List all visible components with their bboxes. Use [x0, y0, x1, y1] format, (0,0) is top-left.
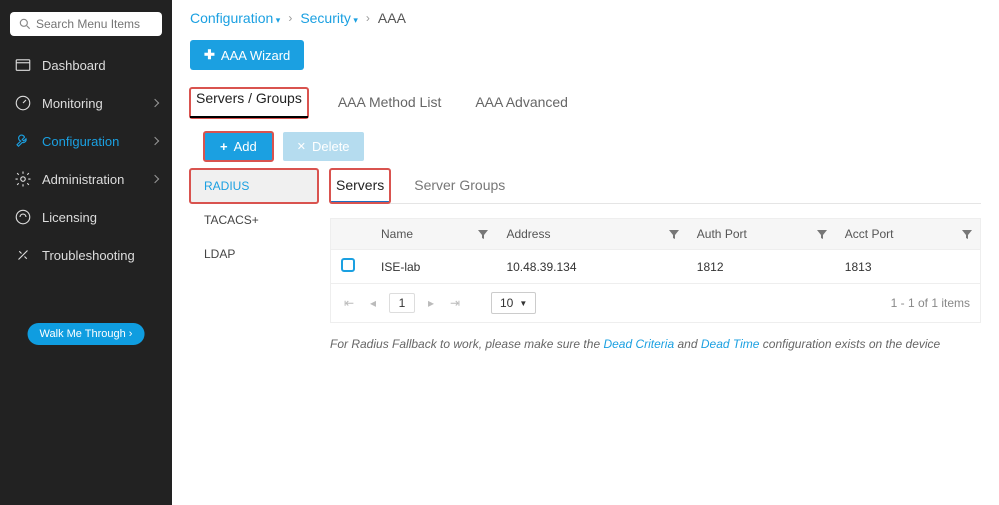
cell-acct-port: 1813: [835, 250, 980, 284]
breadcrumb-configuration[interactable]: Configuration ▾: [190, 10, 280, 26]
filter-icon[interactable]: [817, 229, 827, 239]
page-first-button[interactable]: ⇤: [341, 296, 357, 310]
pagination: ⇤ ◂ 1 ▸ ⇥ 10 ▼ 1 - 1 of 1 items: [331, 283, 980, 322]
tab-aaa-advanced[interactable]: AAA Advanced: [471, 88, 572, 118]
breadcrumb-security[interactable]: Security ▾: [300, 10, 358, 26]
tab-servers-groups[interactable]: Servers / Groups: [190, 88, 308, 118]
chevron-right-icon: ›: [366, 11, 370, 25]
link-dead-time[interactable]: Dead Time: [701, 337, 760, 351]
page-number[interactable]: 1: [389, 293, 415, 313]
breadcrumb: Configuration ▾ › Security ▾ › AAA: [190, 10, 981, 26]
cell-address: 10.48.39.134: [496, 250, 686, 284]
add-button[interactable]: + Add: [204, 132, 273, 161]
chevron-down-icon: ▼: [519, 299, 527, 308]
sidebar-item-monitoring[interactable]: Monitoring: [0, 84, 172, 122]
page-last-button[interactable]: ⇥: [447, 296, 463, 310]
filter-icon[interactable]: [962, 229, 972, 239]
page-prev-button[interactable]: ◂: [365, 296, 381, 310]
cell-auth-port: 1812: [687, 250, 835, 284]
page-next-button[interactable]: ▸: [423, 296, 439, 310]
tools-icon: [14, 246, 32, 264]
page-summary: 1 - 1 of 1 items: [891, 296, 970, 310]
sidebar-item-licensing[interactable]: Licensing: [0, 198, 172, 236]
sidebar-item-label: Dashboard: [42, 58, 106, 73]
walk-me-through-button[interactable]: Walk Me Through ›: [28, 323, 145, 345]
chevron-right-icon: ›: [288, 11, 292, 25]
sidebar-item-label: Troubleshooting: [42, 248, 135, 263]
toolbar: + Add ✕ Delete: [204, 132, 981, 161]
main-content: Configuration ▾ › Security ▾ › AAA ✚ AAA…: [172, 0, 999, 505]
gear-icon: [14, 170, 32, 188]
column-acct-port: Acct Port: [835, 219, 980, 250]
sidebar-item-administration[interactable]: Administration: [0, 160, 172, 198]
plus-icon: ✚: [204, 47, 215, 63]
column-address: Address: [496, 219, 686, 250]
dashboard-icon: [14, 56, 32, 74]
search-icon: [18, 17, 32, 31]
column-auth-port: Auth Port: [687, 219, 835, 250]
servers-table: Name Address Auth Port Acct Port ISE-lab…: [331, 218, 980, 283]
plus-icon: +: [220, 139, 228, 154]
chevron-right-icon: [151, 175, 159, 183]
delete-button[interactable]: ✕ Delete: [283, 132, 364, 161]
sidebar-item-dashboard[interactable]: Dashboard: [0, 46, 172, 84]
aaa-wizard-button[interactable]: ✚ AAA Wizard: [190, 40, 304, 70]
sidebar-item-label: Administration: [42, 172, 124, 187]
chevron-right-icon: [151, 137, 159, 145]
search-input[interactable]: [10, 12, 162, 36]
tab-list: Servers / Groups AAA Method List AAA Adv…: [190, 88, 981, 118]
cell-name: ISE-lab: [371, 250, 496, 284]
filter-icon[interactable]: [669, 229, 679, 239]
sidebar-item-label: Configuration: [42, 134, 119, 149]
sidebar: Dashboard Monitoring Configuration Admin…: [0, 0, 172, 505]
wrench-icon: [14, 132, 32, 150]
table-row[interactable]: ISE-lab 10.48.39.134 1812 1813: [331, 250, 980, 284]
footnote: For Radius Fallback to work, please make…: [330, 337, 981, 351]
sidebar-item-label: Monitoring: [42, 96, 103, 111]
license-icon: [14, 208, 32, 226]
protocol-radius[interactable]: RADIUS: [190, 169, 318, 203]
protocol-tacacs[interactable]: TACACS+: [190, 203, 318, 237]
tab-aaa-method-list[interactable]: AAA Method List: [334, 88, 446, 118]
sidebar-item-configuration[interactable]: Configuration: [0, 122, 172, 160]
filter-icon[interactable]: [478, 229, 488, 239]
protocol-ldap[interactable]: LDAP: [190, 237, 318, 271]
sidebar-item-label: Licensing: [42, 210, 97, 225]
close-icon: ✕: [297, 140, 306, 153]
subtab-server-groups[interactable]: Server Groups: [408, 169, 511, 203]
breadcrumb-current: AAA: [378, 10, 406, 26]
protocol-list: RADIUS TACACS+ LDAP: [190, 169, 318, 351]
row-checkbox[interactable]: [341, 258, 355, 272]
subtab-servers[interactable]: Servers: [330, 169, 390, 203]
link-dead-criteria[interactable]: Dead Criteria: [603, 337, 674, 351]
sidebar-item-troubleshooting[interactable]: Troubleshooting: [0, 236, 172, 274]
gauge-icon: [14, 94, 32, 112]
page-size-select[interactable]: 10 ▼: [491, 292, 536, 314]
chevron-right-icon: [151, 99, 159, 107]
subtab-list: Servers Server Groups: [330, 169, 981, 204]
column-name: Name: [371, 219, 496, 250]
